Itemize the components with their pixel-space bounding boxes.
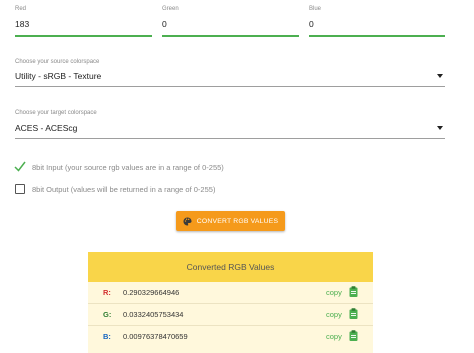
- copy-r-link[interactable]: copy: [326, 288, 342, 297]
- chevron-down-icon[interactable]: [437, 126, 443, 130]
- result-r-value: 0.290329664946: [123, 288, 180, 297]
- checkbox-empty-icon[interactable]: [15, 184, 25, 194]
- target-colorspace-value[interactable]: ACES - ACEScg: [15, 123, 77, 133]
- copy-b-link[interactable]: copy: [326, 332, 342, 341]
- input-8bit-checkbox[interactable]: 8bit Input (your source rgb values are i…: [14, 161, 224, 173]
- convert-rgb-button[interactable]: CONVERT RGB VALUES: [176, 211, 285, 231]
- result-g-label: G:: [103, 310, 112, 319]
- convert-button-label: CONVERT RGB VALUES: [196, 217, 279, 225]
- red-input[interactable]: 183: [15, 19, 29, 29]
- target-colorspace-underline: [15, 138, 445, 139]
- blue-underline: [309, 35, 445, 37]
- output-8bit-label: 8bit Output (values will be returned in …: [32, 184, 216, 194]
- results-title: Converted RGB Values: [88, 252, 373, 282]
- result-row-r: R: 0.290329664946 copy: [88, 282, 373, 303]
- clipboard-icon[interactable]: [349, 330, 358, 343]
- source-colorspace-value[interactable]: Utility - sRGB - Texture: [15, 71, 101, 81]
- source-colorspace-underline: [15, 86, 445, 87]
- red-label: Red: [15, 6, 27, 12]
- target-colorspace-label: Choose your target colorspace: [15, 110, 97, 116]
- source-colorspace-select[interactable]: Choose your source colorspace Utility - …: [15, 59, 445, 87]
- green-field[interactable]: Green 0: [162, 6, 299, 37]
- results-card: Converted RGB Values R: 0.290329664946 c…: [88, 252, 373, 353]
- result-row-g: G: 0.0332405753434 copy: [88, 304, 373, 325]
- blue-label: Blue: [309, 6, 322, 12]
- target-colorspace-select[interactable]: Choose your target colorspace ACES - ACE…: [15, 110, 445, 139]
- source-colorspace-label: Choose your source colorspace: [15, 59, 100, 65]
- result-r-label: R:: [103, 288, 111, 297]
- green-label: Green: [162, 6, 179, 12]
- green-underline: [162, 35, 299, 37]
- result-b-label: B:: [103, 332, 111, 341]
- result-g-value: 0.0332405753434: [123, 310, 184, 319]
- blue-field[interactable]: Blue 0: [309, 6, 445, 37]
- input-8bit-label: 8bit Input (your source rgb values are i…: [32, 162, 224, 172]
- blue-input[interactable]: 0: [309, 19, 314, 29]
- copy-g-link[interactable]: copy: [326, 310, 342, 319]
- red-field[interactable]: Red 183: [15, 6, 152, 37]
- chevron-down-icon[interactable]: [437, 74, 443, 78]
- result-b-value: 0.00976378470659: [123, 332, 188, 341]
- output-8bit-checkbox[interactable]: 8bit Output (values will be returned in …: [15, 183, 215, 195]
- result-row-b: B: 0.00976378470659 copy: [88, 326, 373, 347]
- palette-icon: [183, 216, 192, 226]
- clipboard-icon[interactable]: [349, 308, 358, 321]
- red-underline: [15, 35, 152, 37]
- clipboard-icon[interactable]: [349, 286, 358, 299]
- green-input[interactable]: 0: [162, 19, 167, 29]
- checkmark-icon[interactable]: [14, 161, 26, 172]
